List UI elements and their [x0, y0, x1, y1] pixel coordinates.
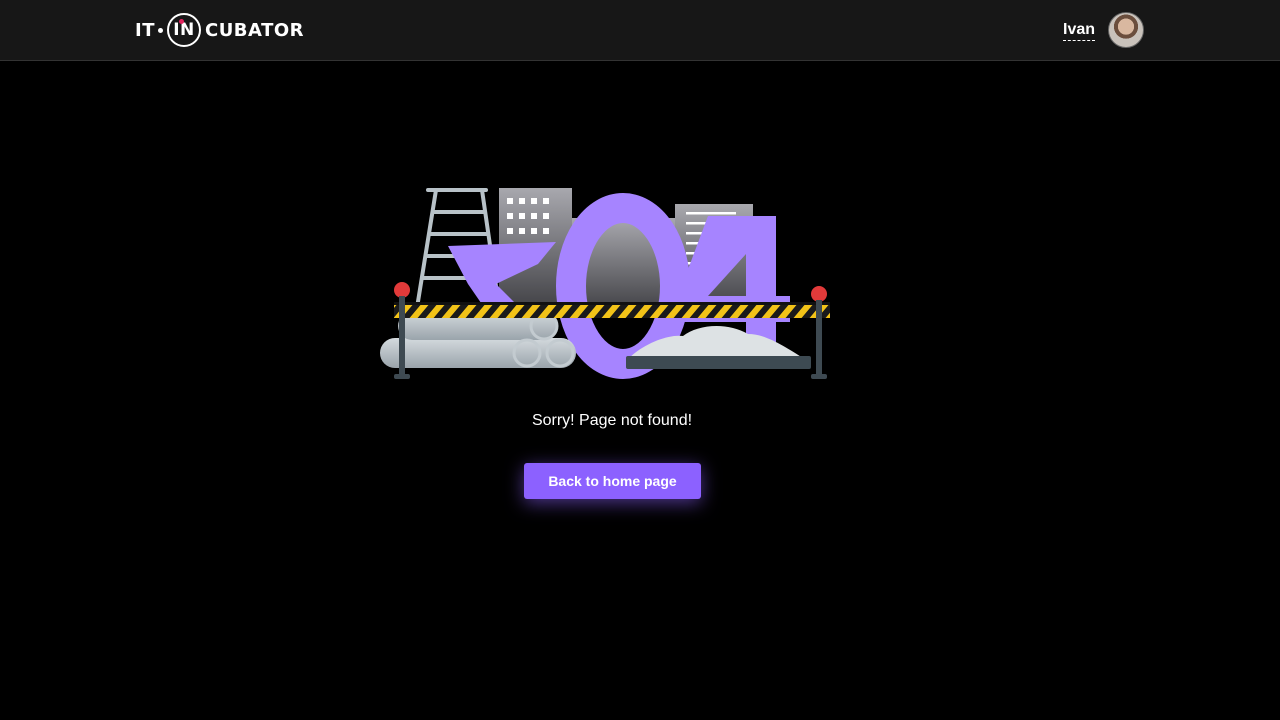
- not-found-illustration: [378, 184, 832, 382]
- logo-link[interactable]: IT IN CUBATOR: [135, 12, 304, 48]
- logo-text-right: CUBATOR: [204, 19, 305, 41]
- construction-404-icon: [380, 188, 830, 379]
- user-name-link[interactable]: Ivan: [1063, 21, 1096, 41]
- logo-circle-icon: IN: [166, 13, 201, 47]
- logo-text-left: IT: [135, 19, 155, 41]
- logo-red-dot-icon: [178, 19, 184, 24]
- logo-dot-icon: [157, 27, 163, 33]
- user-avatar[interactable]: [1108, 12, 1144, 48]
- header: IT IN CUBATOR Ivan: [0, 0, 1280, 61]
- back-to-home-button[interactable]: Back to home page: [524, 463, 701, 499]
- not-found-message: Sorry! Page not found!: [531, 412, 693, 429]
- logo-text-circled: IN: [173, 20, 195, 40]
